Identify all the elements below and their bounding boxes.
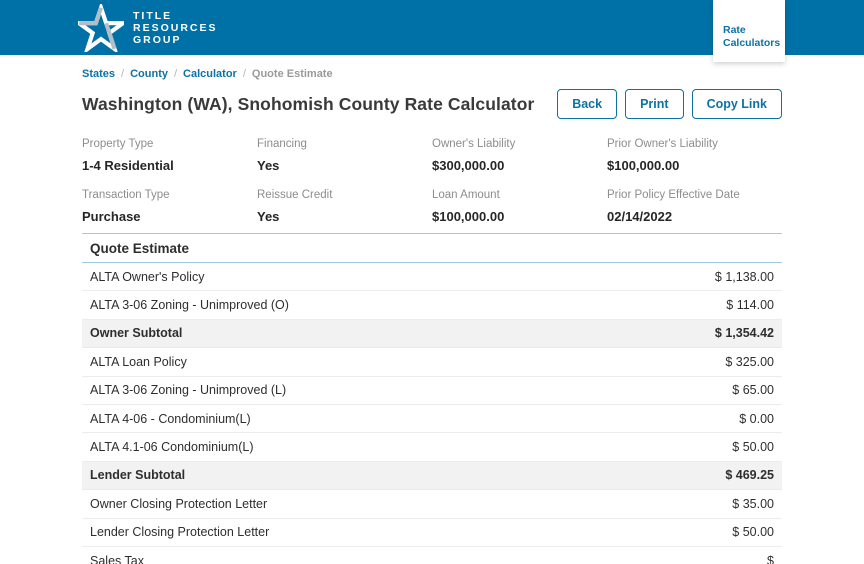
- summary-field: Reissue Credit Yes: [257, 189, 432, 224]
- table-row: ALTA 3-06 Zoning - Unimproved (L) $ 65.0…: [82, 377, 782, 405]
- quote-heading: Quote Estimate: [82, 233, 782, 263]
- breadcrumb-link-calculator[interactable]: Calculator: [183, 68, 237, 80]
- row-label: ALTA 4.1-06 Condominium(L): [90, 440, 254, 454]
- quote-rows: ALTA Owner's Policy $ 1,138.00 ALTA 3-06…: [82, 263, 782, 564]
- summary-field: Prior Policy Effective Date 02/14/2022: [607, 189, 782, 224]
- table-row: Lender Closing Protection Letter $ 50.00: [82, 519, 782, 547]
- logo-line-2: RESOURCES: [133, 22, 218, 34]
- app-header: TITLE RESOURCES GROUP Rate Calculators: [0, 0, 864, 55]
- summary-field-label: Financing: [257, 138, 432, 151]
- breadcrumb-separator: /: [121, 68, 124, 80]
- table-row: Lender Subtotal $ 469.25: [82, 462, 782, 490]
- summary-field: Owner's Liability $300,000.00: [432, 138, 607, 173]
- summary-field: Loan Amount $100,000.00: [432, 189, 607, 224]
- logo-wordmark: TITLE RESOURCES GROUP: [133, 10, 218, 46]
- trg-logo: TITLE RESOURCES GROUP: [78, 4, 218, 52]
- print-button[interactable]: Print: [625, 89, 683, 119]
- row-amount: $ 1,354.42: [715, 326, 774, 340]
- star-logo-icon: [78, 4, 124, 52]
- summary-field-value: 02/14/2022: [607, 209, 782, 224]
- table-row: ALTA 4-06 - Condominium(L) $ 0.00: [82, 405, 782, 433]
- row-label: Owner Closing Protection Letter: [90, 497, 267, 511]
- page-title: Washington (WA), Snohomish County Rate C…: [82, 94, 534, 115]
- back-button[interactable]: Back: [557, 89, 617, 119]
- summary-field-value: Yes: [257, 209, 432, 224]
- summary-field-label: Transaction Type: [82, 189, 257, 202]
- table-row: ALTA Loan Policy $ 325.00: [82, 348, 782, 376]
- row-amount: $ 469.25: [725, 468, 774, 482]
- breadcrumb-link-states[interactable]: States: [82, 68, 115, 80]
- rate-calculators-tab[interactable]: Rate Calculators: [713, 0, 785, 62]
- breadcrumb-separator: /: [243, 68, 246, 80]
- summary-field: Prior Owner's Liability $100,000.00: [607, 138, 782, 173]
- summary-field-label: Owner's Liability: [432, 138, 607, 151]
- summary-field-value: $100,000.00: [432, 209, 607, 224]
- summary-field-value: 1-4 Residential: [82, 158, 257, 173]
- toolbar: Back Print Copy Link: [557, 89, 782, 119]
- summary-field-value: $100,000.00: [607, 158, 782, 173]
- quote-table: Quote Estimate ALTA Owner's Policy $ 1,1…: [82, 233, 782, 564]
- summary-field-value: Yes: [257, 158, 432, 173]
- summary-field-value: $300,000.00: [432, 158, 607, 173]
- summary-field-label: Prior Policy Effective Date: [607, 189, 782, 202]
- copy-link-button[interactable]: Copy Link: [692, 89, 782, 119]
- table-row: Owner Subtotal $ 1,354.42: [82, 320, 782, 348]
- summary-grid: Property Type 1-4 Residential Financing …: [82, 138, 782, 224]
- row-label: ALTA Owner's Policy: [90, 270, 204, 284]
- summary-field-label: Reissue Credit: [257, 189, 432, 202]
- main-content: States / County / Calculator / Quote Est…: [0, 55, 864, 564]
- row-label: Lender Closing Protection Letter: [90, 525, 269, 539]
- table-row: ALTA Owner's Policy $ 1,138.00: [82, 263, 782, 291]
- row-label: ALTA 4-06 - Condominium(L): [90, 412, 251, 426]
- row-label: ALTA 3-06 Zoning - Unimproved (O): [90, 298, 289, 312]
- row-amount: $ 1,138.00: [715, 270, 774, 284]
- row-amount: $: [767, 554, 774, 564]
- logo-line-3: GROUP: [133, 34, 218, 46]
- summary-field: Financing Yes: [257, 138, 432, 173]
- summary-field-value: Purchase: [82, 209, 257, 224]
- table-row: ALTA 4.1-06 Condominium(L) $ 50.00: [82, 433, 782, 461]
- row-label: Lender Subtotal: [90, 468, 185, 482]
- row-label: ALTA Loan Policy: [90, 355, 187, 369]
- breadcrumb-separator: /: [174, 68, 177, 80]
- row-amount: $ 35.00: [732, 497, 774, 511]
- summary-field-label: Prior Owner's Liability: [607, 138, 782, 151]
- summary-field-label: Loan Amount: [432, 189, 607, 202]
- breadcrumb-current: Quote Estimate: [252, 68, 333, 80]
- row-amount: $ 114.00: [726, 298, 774, 312]
- row-label: ALTA 3-06 Zoning - Unimproved (L): [90, 383, 286, 397]
- row-amount: $ 65.00: [732, 383, 774, 397]
- row-amount: $ 0.00: [739, 412, 774, 426]
- title-row: Washington (WA), Snohomish County Rate C…: [82, 89, 782, 119]
- row-amount: $ 50.00: [732, 525, 774, 539]
- table-row: Owner Closing Protection Letter $ 35.00: [82, 490, 782, 518]
- row-amount: $ 325.00: [725, 355, 774, 369]
- table-row: ALTA 3-06 Zoning - Unimproved (O) $ 114.…: [82, 291, 782, 319]
- row-amount: $ 50.00: [732, 440, 774, 454]
- summary-field: Transaction Type Purchase: [82, 189, 257, 224]
- table-row: Sales Tax $: [82, 547, 782, 564]
- row-label: Owner Subtotal: [90, 326, 182, 340]
- logo-line-1: TITLE: [133, 10, 218, 22]
- breadcrumb-link-county[interactable]: County: [130, 68, 168, 80]
- summary-field-label: Property Type: [82, 138, 257, 151]
- row-label: Sales Tax: [90, 554, 144, 564]
- summary-field: Property Type 1-4 Residential: [82, 138, 257, 173]
- breadcrumb: States / County / Calculator / Quote Est…: [82, 55, 782, 80]
